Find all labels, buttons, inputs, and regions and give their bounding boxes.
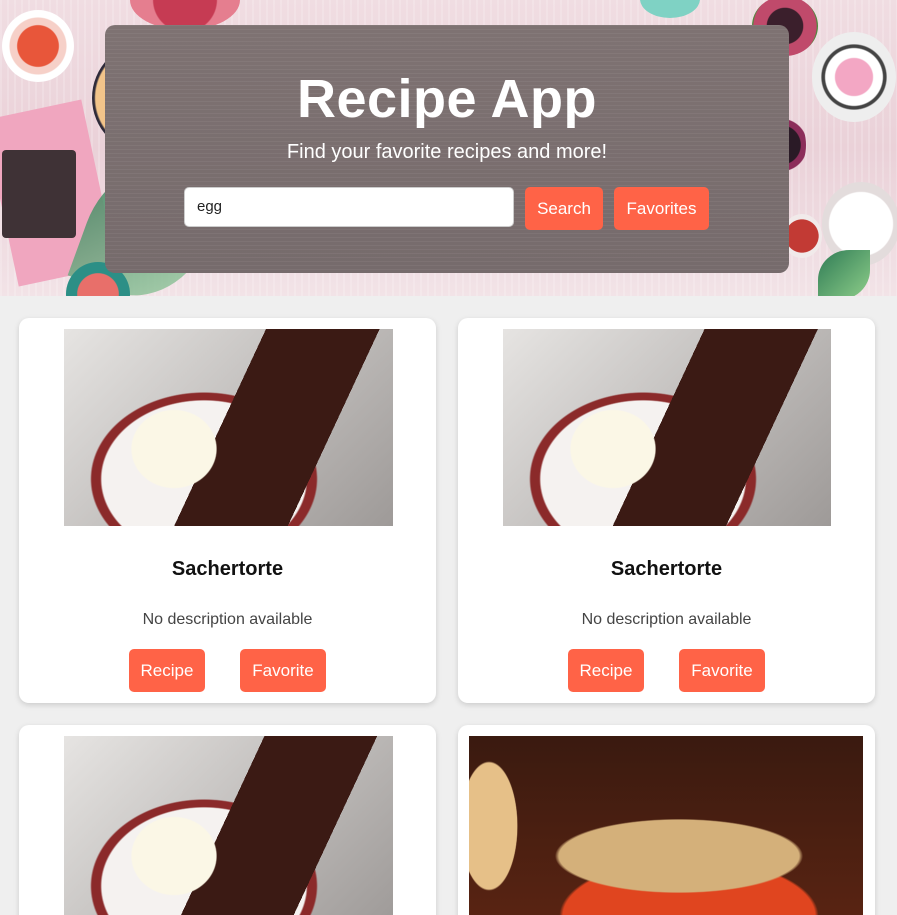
search-input[interactable]: egg [184,187,514,227]
recipe-card: Sachertorte No description available Rec… [19,318,436,703]
recipe-image [469,736,863,915]
recipe-description: No description available [142,611,313,628]
recipe-title: Sachertorte [610,558,723,580]
recipe-card [19,725,436,915]
recipe-description: No description available [581,611,752,628]
recipe-card [458,725,875,915]
recipe-image [64,736,393,915]
search-button[interactable]: Search [525,187,603,230]
app-subtitle: Find your favorite recipes and more! [286,141,608,163]
recipe-image [64,329,393,526]
recipe-card: Sachertorte No description available Rec… [458,318,875,703]
recipe-button[interactable]: Recipe [129,649,205,692]
hero-panel: Recipe App Find your favorite recipes an… [105,25,789,273]
recipe-image [503,329,831,526]
app-title: Recipe App [296,69,598,129]
leaf-right-decoration [818,250,870,296]
favorite-button[interactable]: Favorite [240,649,326,692]
favorites-button[interactable]: Favorites [614,187,709,230]
recipe-button[interactable]: Recipe [568,649,644,692]
hero-banner: Recipe App Find your favorite recipes an… [0,0,897,296]
dark-tray-decoration [2,150,76,238]
cupcake-plate-decoration [812,32,896,122]
dish-decoration [640,0,700,18]
favorite-button[interactable]: Favorite [679,649,765,692]
tea-cup-decoration [2,10,74,82]
recipe-title: Sachertorte [171,558,284,580]
